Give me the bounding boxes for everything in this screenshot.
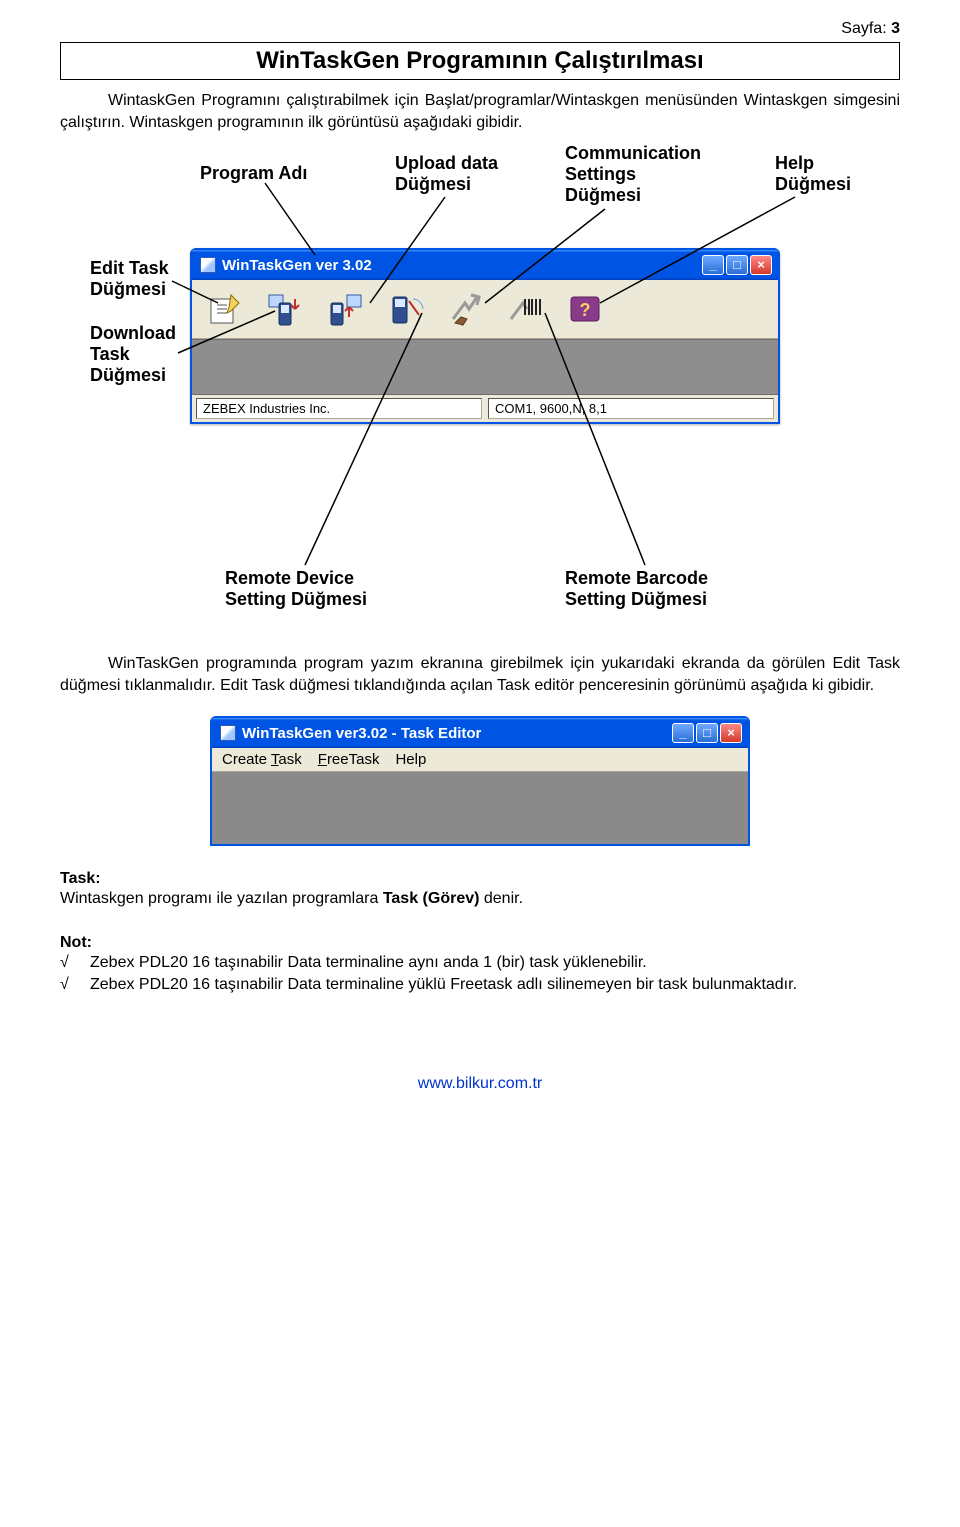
task-line-a: Wintaskgen programı ile yazılan programl… xyxy=(60,890,383,907)
menu-help[interactable]: Help xyxy=(395,751,426,768)
help-button[interactable]: ? xyxy=(556,284,614,334)
page-label: Sayfa: xyxy=(841,20,886,37)
list-item: √ Zebex PDL20 16 taşınabilir Data termin… xyxy=(60,952,900,974)
label-remote-device: Remote Device Setting Düğmesi xyxy=(225,568,367,609)
edit-task-icon xyxy=(205,289,245,329)
task-line-bold: Task (Görev) xyxy=(383,890,480,907)
check-icon: √ xyxy=(60,952,90,974)
help-icon: ? xyxy=(565,289,605,329)
minimize-button[interactable]: _ xyxy=(672,723,694,743)
upload-data-button[interactable] xyxy=(316,284,374,334)
close-button[interactable]: × xyxy=(750,255,772,275)
task-editor-window: WinTaskGen ver3.02 - Task Editor _ □ × C… xyxy=(210,716,750,846)
maximize-button[interactable]: □ xyxy=(726,255,748,275)
label-help: Help Düğmesi xyxy=(775,153,851,194)
status-company: ZEBEX Industries Inc. xyxy=(196,398,482,419)
titlebar[interactable]: WinTaskGen ver 3.02 _ □ × xyxy=(192,250,778,280)
label-edit-task: Edit Task Düğmesi xyxy=(90,258,169,299)
client-area-2 xyxy=(212,772,748,844)
footer-link[interactable]: www.bilkur.com.tr xyxy=(60,1075,900,1093)
not-title: Not: xyxy=(60,934,900,952)
label-remote-barcode: Remote Barcode Setting Düğmesi xyxy=(565,568,708,609)
page-title: WinTaskGen Programının Çalıştırılması xyxy=(71,47,889,75)
remote-device-button[interactable] xyxy=(376,284,434,334)
label-comm-settings: Communication Settings Düğmesi xyxy=(565,143,701,205)
title-container: WinTaskGen Programının Çalıştırılması xyxy=(60,42,900,80)
screenshot-2: WinTaskGen ver3.02 - Task Editor _ □ × C… xyxy=(210,716,750,846)
list-text-1: Zebex PDL20 16 taşınabilir Data terminal… xyxy=(90,952,647,974)
client-area xyxy=(192,339,778,395)
list-item: √ Zebex PDL20 16 taşınabilir Data termin… xyxy=(60,974,900,996)
window-title-2: WinTaskGen ver3.02 - Task Editor xyxy=(242,725,666,742)
toolbar: ? xyxy=(192,280,778,339)
app-icon xyxy=(200,257,216,273)
titlebar-2[interactable]: WinTaskGen ver3.02 - Task Editor _ □ × xyxy=(212,718,748,748)
download-task-icon xyxy=(265,289,305,329)
menubar: Create Task FreeTask Help xyxy=(212,748,748,772)
paragraph-1: WintaskGen Programını çalıştırabilmek iç… xyxy=(60,90,900,133)
paragraph-2: WinTaskGen programında program yazım ekr… xyxy=(60,653,900,696)
label-upload-data: Upload data Düğmesi xyxy=(395,153,498,194)
maximize-button[interactable]: □ xyxy=(696,723,718,743)
task-title: Task: xyxy=(60,870,900,888)
svg-text:?: ? xyxy=(580,300,591,320)
task-line-b: denir. xyxy=(479,890,523,907)
remote-barcode-button[interactable] xyxy=(496,284,554,334)
page-number: 3 xyxy=(891,20,900,37)
remote-barcode-icon xyxy=(505,289,545,329)
list-text-2: Zebex PDL20 16 taşınabilir Data terminal… xyxy=(90,974,797,996)
label-download-task: Download Task Düğmesi xyxy=(90,323,176,385)
comm-settings-button[interactable] xyxy=(436,284,494,334)
app-icon xyxy=(220,725,236,741)
check-icon: √ xyxy=(60,974,90,996)
task-line: Wintaskgen programı ile yazılan programl… xyxy=(60,888,900,910)
remote-device-icon xyxy=(385,289,425,329)
minimize-button[interactable]: _ xyxy=(702,255,724,275)
edit-task-button[interactable] xyxy=(196,284,254,334)
menu-create-task[interactable]: Create Task xyxy=(222,751,302,768)
statusbar: ZEBEX Industries Inc. COM1, 9600,N, 8,1 xyxy=(192,395,778,422)
menu-free-task[interactable]: FreeTask xyxy=(318,751,380,768)
app-window: WinTaskGen ver 3.02 _ □ × xyxy=(190,248,780,424)
download-task-button[interactable] xyxy=(256,284,314,334)
status-comm: COM1, 9600,N, 8,1 xyxy=(488,398,774,419)
window-title: WinTaskGen ver 3.02 xyxy=(222,257,696,274)
close-button[interactable]: × xyxy=(720,723,742,743)
comm-settings-icon xyxy=(445,289,485,329)
label-program-adi: Program Adı xyxy=(200,163,307,184)
annotated-screenshot-1: Program Adı Upload data Düğmesi Communic… xyxy=(90,153,870,633)
page-header: Sayfa: 3 xyxy=(60,20,900,38)
upload-data-icon xyxy=(325,289,365,329)
